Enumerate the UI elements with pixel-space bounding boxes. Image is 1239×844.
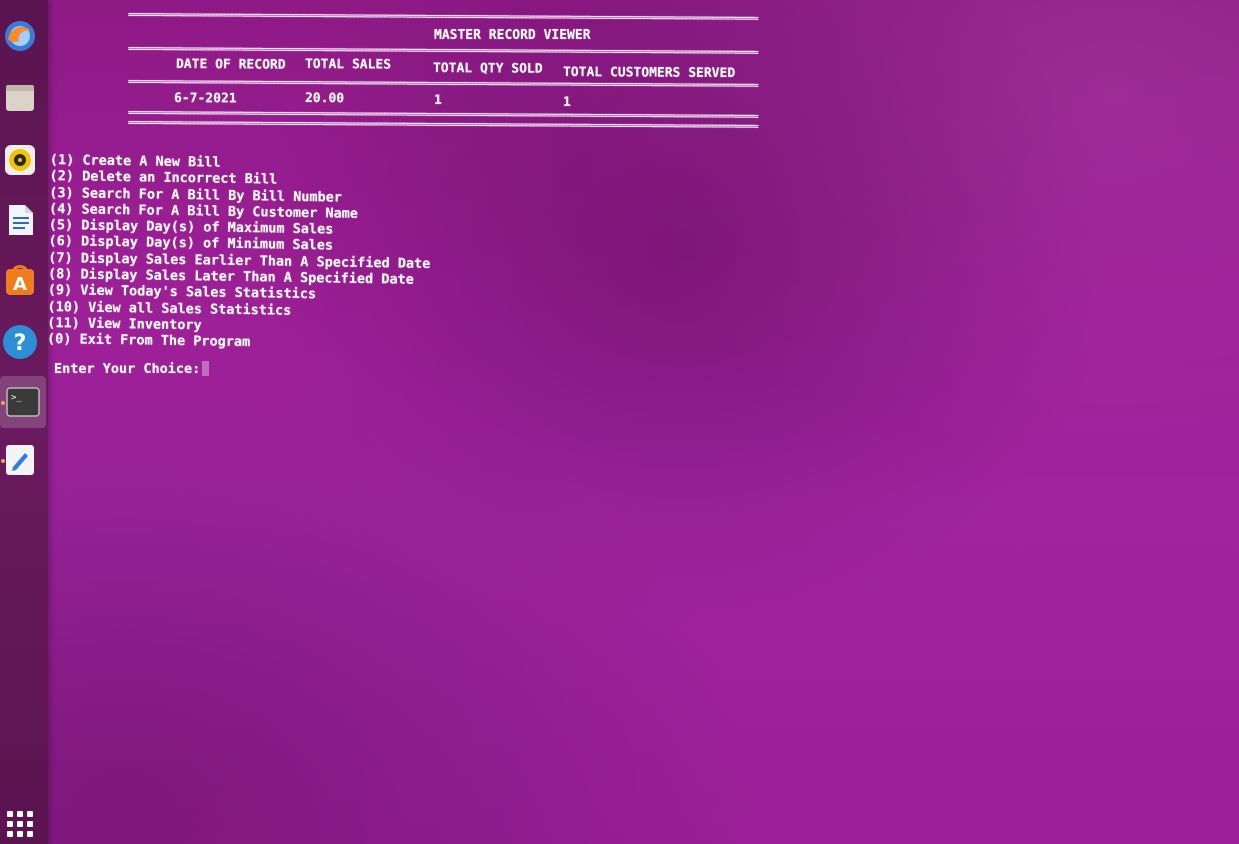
- files-launcher[interactable]: [2, 80, 38, 116]
- table-rule: ========================================…: [127, 110, 758, 121]
- table-rule: ========================================…: [127, 79, 758, 90]
- terminal-window[interactable]: ========================================…: [47, 0, 1239, 844]
- show-applications-icon: [5, 809, 35, 839]
- table-cell-customers: 1: [562, 95, 571, 111]
- software-launcher[interactable]: A: [2, 262, 38, 298]
- table-title: MASTER RECORD VIEWER: [434, 28, 591, 43]
- software-center-icon: A: [3, 263, 37, 297]
- table-cell-qty: 1: [433, 93, 442, 109]
- rhythmbox-icon: [3, 143, 37, 177]
- active-indicator: [1, 401, 5, 405]
- text-cursor: [202, 361, 210, 376]
- column-header: TOTAL QTY SOLD: [432, 61, 543, 77]
- prompt-label: Enter Your Choice:: [54, 361, 201, 377]
- table-rule: ========================================…: [127, 120, 758, 131]
- firefox-launcher[interactable]: [2, 18, 38, 54]
- menu-options: (1) Create A New Bill (2) Delete an Inco…: [47, 152, 432, 354]
- rhythmbox-launcher[interactable]: [2, 142, 38, 178]
- show-applications-button[interactable]: [2, 806, 38, 842]
- text-editor-icon: [3, 443, 37, 477]
- svg-text:>_: >_: [11, 393, 22, 403]
- active-indicator: [1, 459, 5, 463]
- text-editor-launcher[interactable]: [2, 442, 38, 478]
- choice-prompt[interactable]: Enter Your Choice:: [54, 361, 210, 377]
- table-cell-date: 6-7-2021: [173, 91, 237, 107]
- help-icon: ?: [2, 324, 38, 360]
- table-cell-sales: 20.00: [304, 91, 345, 107]
- firefox-icon: [3, 19, 37, 53]
- libreoffice-writer-icon: [3, 203, 37, 237]
- svg-text:A: A: [13, 274, 27, 295]
- column-header: TOTAL CUSTOMERS SERVED: [562, 65, 736, 82]
- terminal-icon: >_: [6, 387, 40, 417]
- files-icon: [3, 81, 37, 115]
- terminal-launcher[interactable]: >_: [0, 376, 46, 428]
- svg-text:?: ?: [14, 331, 27, 356]
- table-rule: ========================================…: [127, 46, 758, 57]
- column-header: TOTAL SALES: [304, 57, 392, 73]
- writer-launcher[interactable]: [2, 202, 38, 238]
- dock: A ? >_: [0, 0, 48, 844]
- table-rule: ========================================…: [127, 12, 758, 23]
- column-header: DATE OF RECORD: [175, 57, 286, 73]
- help-launcher[interactable]: ?: [2, 324, 38, 360]
